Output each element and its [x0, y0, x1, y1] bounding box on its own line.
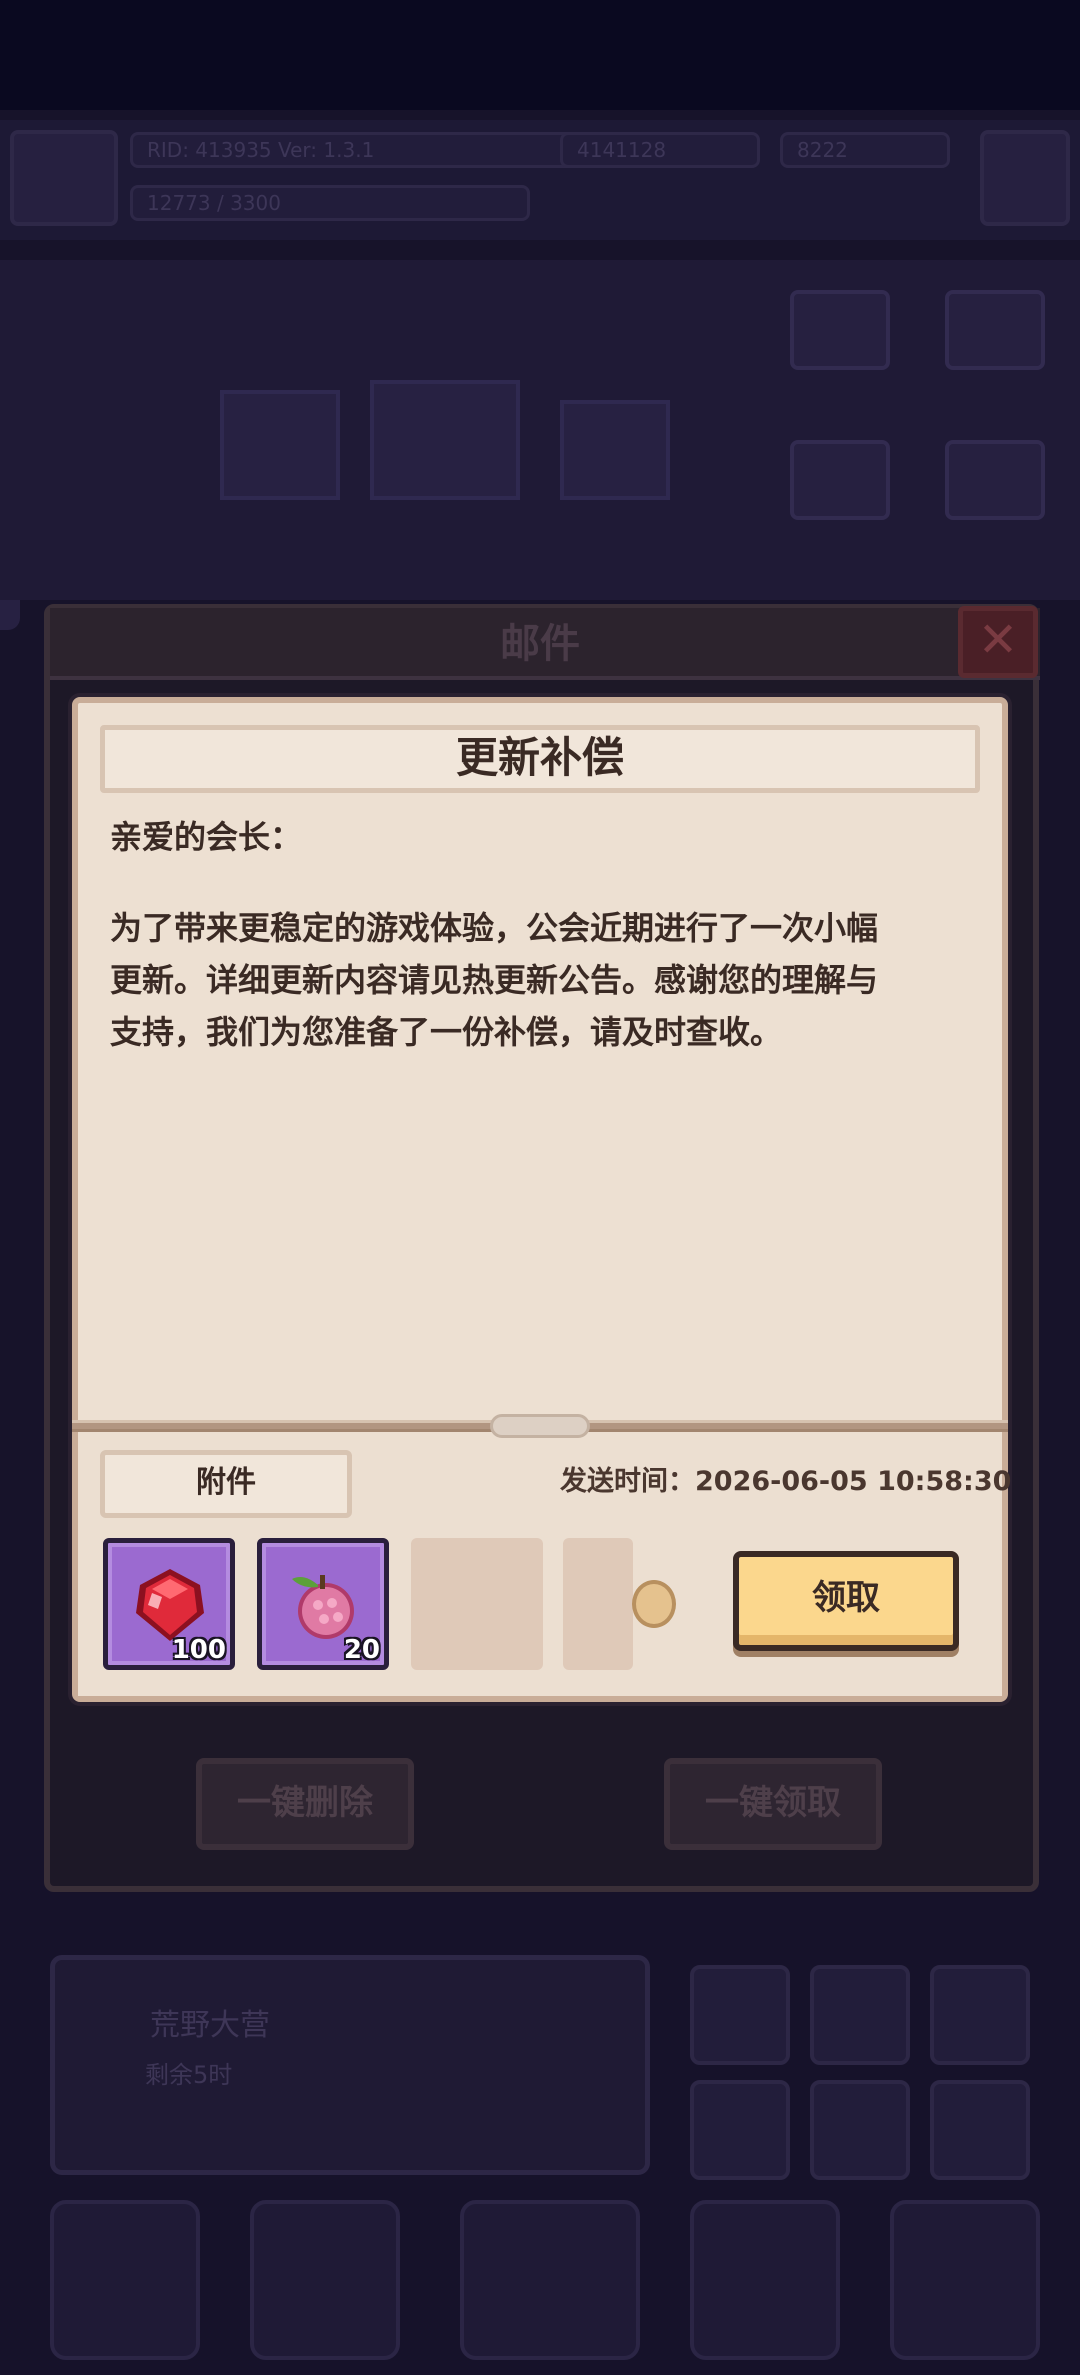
hud-exp-bar: 12773 / 3300	[130, 185, 530, 221]
event-panel-sub: 剩余5时	[145, 2061, 233, 2089]
send-time: 发送时间：2026-06-05 10:58:30	[560, 1466, 1012, 1497]
grid-button	[690, 1965, 790, 2065]
item-count: 20	[343, 1635, 380, 1665]
hud-power: 4141128	[560, 132, 760, 168]
pink-fruit-icon	[292, 1575, 354, 1639]
side-button	[790, 290, 890, 370]
nav-tab	[50, 2200, 200, 2360]
building	[560, 400, 670, 500]
grid-button	[930, 1965, 1030, 2065]
nav-tab	[460, 2200, 640, 2360]
mail-body-line: 为了带来更稳定的游戏体验，公会近期进行了一次小幅	[110, 909, 879, 947]
scroll-arrow-icon[interactable]	[632, 1580, 676, 1628]
building	[370, 380, 520, 500]
delete-all-button[interactable]: 一键删除	[196, 1758, 414, 1850]
claim-button[interactable]: 领取	[733, 1551, 959, 1651]
empty-item-slot	[411, 1538, 543, 1670]
player-avatar	[10, 130, 118, 226]
mail-title: 邮件	[500, 621, 580, 667]
side-button	[790, 440, 890, 520]
nav-tab	[250, 2200, 400, 2360]
event-panel	[50, 1955, 650, 2175]
attachment-label: 附件	[100, 1450, 352, 1518]
grid-button	[810, 2080, 910, 2180]
nav-tab	[890, 2200, 1040, 2360]
item-count: 100	[171, 1635, 226, 1665]
item-slot[interactable]: 20	[257, 1538, 389, 1670]
grid-button	[810, 1965, 910, 2065]
status-area	[0, 0, 1080, 110]
grid-button	[690, 2080, 790, 2180]
divider-ornament	[490, 1414, 590, 1438]
side-button	[945, 440, 1045, 520]
claim-all-button[interactable]: 一键领取	[664, 1758, 882, 1850]
item-slot[interactable]: 100	[103, 1538, 235, 1670]
mail-subject: 更新补偿	[455, 733, 624, 782]
close-button[interactable]: ✕	[958, 606, 1038, 678]
event-panel-title: 荒野大营	[150, 2008, 270, 2043]
hud-gold: 8222	[780, 132, 950, 168]
grid-button	[930, 2080, 1030, 2180]
mail-body-line: 支持，我们为您准备了一份补偿，请及时查收。	[110, 1013, 783, 1051]
side-button	[945, 290, 1045, 370]
mail-body-line: 更新。详细更新内容请见热更新公告。感谢您的理解与	[110, 961, 879, 999]
mail-greeting: 亲爱的会长：	[110, 818, 303, 856]
settings-button-bg	[980, 130, 1070, 226]
nav-tab	[690, 2200, 840, 2360]
hud-id-bar: RID: 413935 Ver: 1.3.1	[130, 132, 600, 168]
building	[220, 390, 340, 500]
town-scene	[0, 260, 1080, 600]
empty-item-slot	[563, 1538, 633, 1670]
red-gem-icon	[136, 1569, 204, 1641]
